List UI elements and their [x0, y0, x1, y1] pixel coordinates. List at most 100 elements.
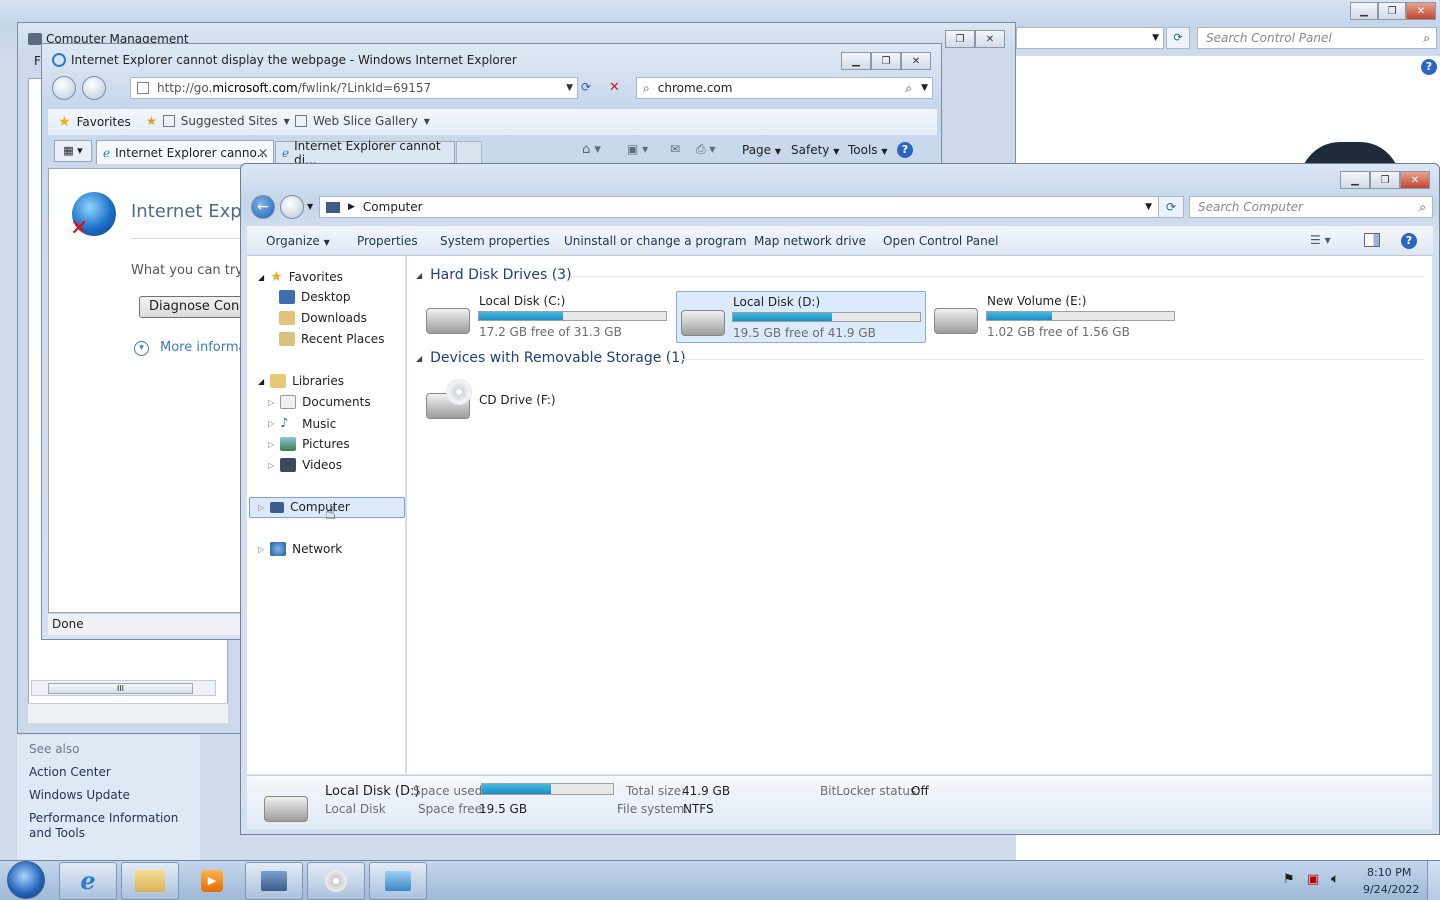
restore-button[interactable]: ❐ [945, 30, 975, 48]
nav-recent-places[interactable]: Recent Places [279, 332, 384, 346]
link-action-center[interactable]: Action Center [29, 765, 111, 779]
taskbar-setup[interactable] [307, 862, 365, 900]
back-button[interactable] [52, 76, 76, 100]
close-tab-icon[interactable]: ✕ [258, 146, 268, 160]
uninstall-program-button[interactable]: Uninstall or change a program [564, 234, 747, 248]
nav-libraries[interactable]: ◢ Libraries [258, 374, 344, 388]
safety-menu[interactable]: Safety ▼ [791, 143, 839, 157]
favorites-button[interactable]: ★ Favorites [58, 114, 131, 130]
restore-button[interactable]: ❐ [1370, 171, 1400, 189]
page-menu[interactable]: Page ▼ [742, 143, 781, 157]
clock-time[interactable]: 8:10 PM [1367, 866, 1411, 879]
nav-network[interactable]: ▷ Network [258, 542, 342, 556]
link-performance-info[interactable]: Performance Information and Tools [29, 811, 194, 841]
drive-d-selected[interactable]: Local Disk (D:) 19.5 GB free of 41.9 GB [676, 291, 926, 343]
ie-search-input[interactable]: ⌕ chrome.com ⌕ ▼ [636, 77, 933, 99]
print-icon[interactable]: ⎙ ▾ [696, 142, 715, 157]
scroll-thumb[interactable]: III [48, 683, 193, 694]
chevron-down-icon: ▼ [423, 116, 430, 126]
drive-e[interactable]: New Volume (E:) 1.02 GB free of 1.56 GB [930, 292, 1180, 340]
nav-music[interactable]: ▷ ♪ Music [268, 416, 336, 431]
suggested-sites-button[interactable]: ★ Suggested Sites ▼ [146, 114, 290, 128]
control-panel-icon [385, 871, 411, 891]
forward-button[interactable] [82, 76, 106, 100]
collapse-group-icon: ◢ [416, 353, 423, 363]
taskbar-control-panel[interactable] [369, 862, 427, 900]
taskbar-computer-management[interactable] [245, 862, 303, 900]
taskbar-windows-explorer[interactable] [121, 862, 179, 900]
nav-label: Computer [290, 500, 350, 514]
web-slice-label: Web Slice Gallery [313, 114, 418, 128]
taskbar-internet-explorer[interactable]: ℯ [59, 862, 117, 900]
minimize-button[interactable]: ▁ [1350, 2, 1378, 20]
ie-tab-icon: ℯ [282, 146, 290, 160]
close-button[interactable]: ✕ [901, 52, 931, 70]
map-network-drive-button[interactable]: Map network drive [754, 234, 866, 248]
help-icon[interactable]: ? [897, 142, 913, 158]
group-header-removable[interactable]: ◢ Devices with Removable Storage (1) [416, 350, 686, 366]
breadcrumb[interactable]: Computer [363, 200, 423, 214]
nav-pictures[interactable]: ▷ Pictures [268, 437, 350, 451]
nav-computer[interactable]: ▷ Computer [258, 500, 350, 514]
expand-more-icon[interactable]: ▾ [134, 341, 149, 356]
close-button[interactable]: ✕ [975, 30, 1005, 48]
stop-icon[interactable]: ✕ [609, 80, 620, 95]
group-header-hdd[interactable]: ◢ Hard Disk Drives (3) [416, 267, 572, 283]
properties-button[interactable]: Properties [357, 234, 418, 248]
close-button[interactable]: ✕ [1406, 2, 1436, 20]
new-tab-button[interactable] [456, 141, 482, 164]
refresh-button[interactable]: ⟳ [1158, 196, 1184, 218]
breadcrumb-bar[interactable]: ▶ Computer ▼ [319, 196, 1159, 218]
mail-icon[interactable]: ✉ [670, 142, 680, 156]
restore-button[interactable]: ❐ [1378, 2, 1406, 20]
nav-label: Music [302, 416, 337, 431]
tools-menu[interactable]: Tools ▼ [848, 143, 888, 157]
organize-button[interactable]: Organize ▼ [266, 234, 330, 248]
minimize-button[interactable]: ▁ [841, 52, 871, 70]
web-slice-gallery-button[interactable]: Web Slice Gallery ▼ [295, 114, 430, 128]
system-properties-button[interactable]: System properties [440, 234, 550, 248]
cd-drive[interactable]: CD Drive (F:) [422, 377, 582, 425]
tab-1[interactable]: ℯ Internet Explorer canno... ✕ [96, 140, 274, 164]
control-panel-address-bar[interactable]: ▼ [1016, 27, 1164, 49]
taskbar-media-player[interactable]: ▶ [183, 862, 241, 900]
view-options-icon[interactable]: ☰ ▾ [1310, 233, 1331, 247]
control-panel-search-input[interactable]: Search Control Panel ⌕ [1197, 27, 1437, 49]
quick-tabs-button[interactable]: ▦ ▾ [54, 140, 92, 162]
open-control-panel-button[interactable]: Open Control Panel [883, 234, 998, 248]
close-button[interactable]: ✕ [1400, 171, 1430, 189]
group-rule [570, 276, 1425, 277]
volume-icon[interactable]: 🔈︎ [1331, 871, 1339, 887]
back-button[interactable]: ← [251, 195, 275, 219]
nav-videos[interactable]: ▷ Videos [268, 458, 342, 472]
minimize-button[interactable]: ▁ [1340, 171, 1370, 189]
url-bar[interactable]: http://go. microsoft.com/fwlink/?LinkId=6… [130, 77, 578, 99]
help-icon[interactable]: ? [1421, 59, 1437, 75]
collapsed-arrow-icon: ▷ [258, 544, 265, 554]
home-icon[interactable]: ⌂ ▾ [582, 142, 601, 157]
recent-pages-icon[interactable]: ▼ [307, 202, 313, 211]
refresh-icon[interactable]: ⟳ [581, 80, 591, 94]
forward-button[interactable] [280, 195, 304, 219]
nav-desktop[interactable]: Desktop [279, 290, 351, 304]
page-icon [137, 82, 149, 94]
nav-favorites[interactable]: ◢ ★ Favorites [258, 269, 343, 285]
explorer-search-input[interactable]: Search Computer ⌕ [1189, 196, 1433, 218]
nav-downloads[interactable]: Downloads [279, 311, 367, 325]
help-icon[interactable]: ? [1401, 233, 1417, 249]
clock-date[interactable]: 9/24/2022 [1363, 883, 1419, 896]
link-windows-update[interactable]: Windows Update [29, 788, 130, 802]
refresh-button[interactable]: ⟳ [1166, 27, 1190, 49]
feeds-icon[interactable]: ▣ ▾ [627, 142, 648, 156]
network-status-icon[interactable]: ▣ [1307, 872, 1319, 887]
start-button[interactable] [7, 861, 45, 899]
menu-item-file[interactable]: F [34, 54, 41, 68]
action-center-flag-icon[interactable]: ⚑ [1283, 872, 1295, 887]
nav-documents[interactable]: ▷ Documents [268, 395, 371, 409]
drive-c[interactable]: Local Disk (C:) 17.2 GB free of 31.3 GB [422, 292, 672, 340]
show-desktop-button[interactable] [1427, 861, 1440, 900]
restore-button[interactable]: ❐ [871, 52, 901, 70]
more-information-link[interactable]: More informa [160, 340, 247, 355]
tab-2[interactable]: ℯ Internet Explorer cannot di... [275, 139, 455, 167]
preview-pane-icon[interactable] [1364, 233, 1380, 247]
